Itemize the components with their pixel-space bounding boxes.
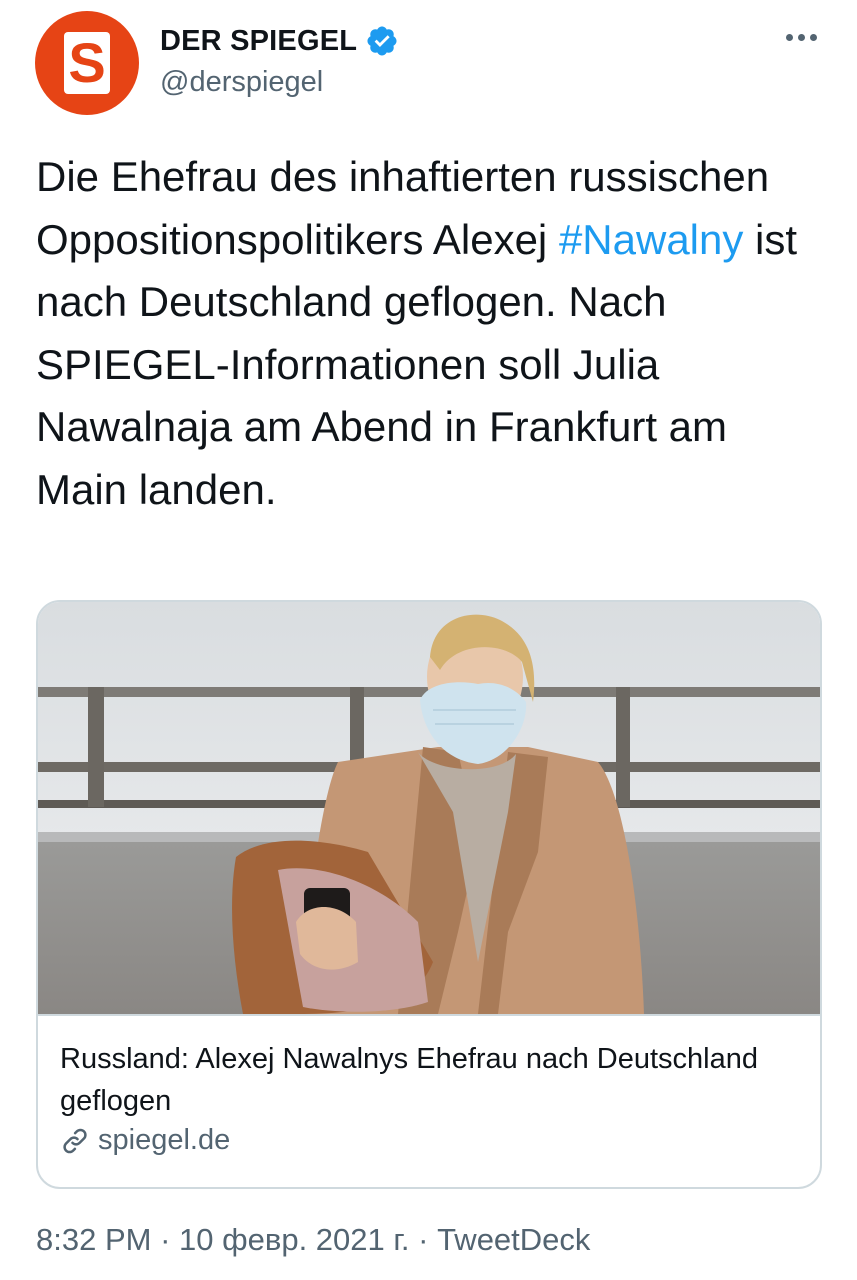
tweet: S DER SPIEGEL @derspiegel Die Ehefrau de… bbox=[0, 0, 857, 1280]
hashtag-link[interactable]: #Nawalny bbox=[559, 216, 743, 263]
card-divider bbox=[38, 1014, 820, 1016]
card-image bbox=[38, 602, 820, 1014]
card-domain-text: spiegel.de bbox=[98, 1124, 231, 1156]
link-icon bbox=[63, 1128, 87, 1153]
tweet-text: Die Ehefrau des inhaftierten russischen … bbox=[36, 146, 826, 521]
author-display-name[interactable]: DER SPIEGEL bbox=[160, 24, 399, 58]
author-handle[interactable]: @derspiegel bbox=[160, 66, 323, 99]
tweet-source[interactable]: TweetDeck bbox=[437, 1222, 590, 1257]
author-name-text: DER SPIEGEL bbox=[160, 24, 358, 57]
meta-separator: · bbox=[151, 1222, 180, 1257]
card-domain[interactable]: spiegel.de bbox=[60, 1124, 230, 1157]
more-options-icon[interactable] bbox=[784, 28, 819, 47]
meta-separator: · bbox=[409, 1222, 438, 1257]
avatar[interactable]: S bbox=[35, 11, 139, 115]
link-card[interactable]: Russland: Alexej Nawalnys Ehefrau nach D… bbox=[36, 600, 822, 1189]
verified-badge-icon bbox=[367, 26, 397, 56]
tweet-meta: 8:32 PM · 10 февр. 2021 г. · TweetDeck bbox=[36, 1222, 590, 1258]
card-title[interactable]: Russland: Alexej Nawalnys Ehefrau nach D… bbox=[60, 1038, 800, 1122]
tweet-time[interactable]: 8:32 PM bbox=[36, 1222, 151, 1257]
spiegel-logo-icon: S bbox=[64, 32, 110, 94]
tweet-date[interactable]: 10 февр. 2021 г. bbox=[179, 1222, 410, 1257]
